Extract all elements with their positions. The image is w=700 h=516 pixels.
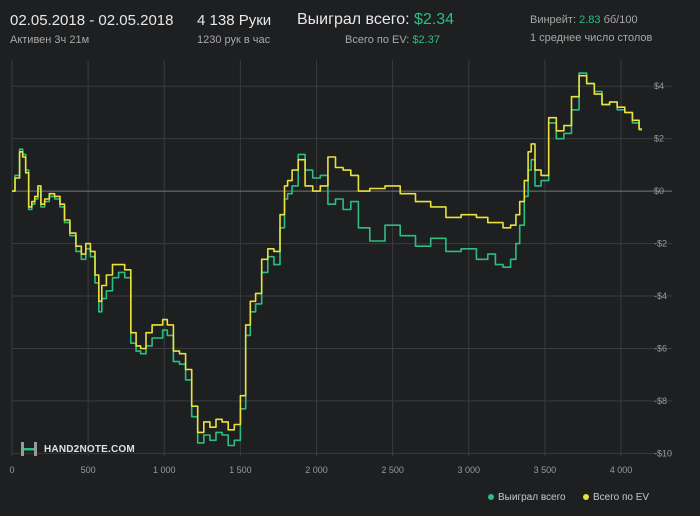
x-tick-label: 2 500 [381,465,404,475]
x-tick-label: 4 000 [610,465,633,475]
x-tick-label: 0 [9,465,14,475]
y-tick-label: $4 [654,81,664,91]
hands-count: 4 138 Руки [197,12,272,29]
active-time: Активен 3ч 21м [10,34,90,46]
hand2note-logo-icon [21,442,37,456]
legend-item-ev: Всего по EV [583,492,649,503]
legend-item-won: Выиграл всего [488,492,566,503]
x-tick-label: 1 000 [153,465,176,475]
winrate-value: 2.83 [579,14,601,26]
profit-graph: $4 $2 $0 -$2 -$4 -$6 -$8 -$10 0 500 1 000 1 500 2 0… [9,60,672,475]
x-tick-label: 2 000 [305,465,328,475]
series-lines [12,72,642,447]
legend-label-won: Выиграл всего [498,492,566,503]
y-tick-label: -$8 [654,396,667,406]
winrate-unit: бб/100 [603,14,638,26]
y-tick-label: -$2 [654,239,667,249]
y-tick-label: $2 [654,134,664,144]
y-axis-ticks: $4 $2 $0 -$2 -$4 -$6 -$8 -$10 [654,81,672,458]
avg-tables: 1 среднее число столов [530,32,653,44]
total-ev-label: Всего по EV: [345,34,410,46]
winrate: Винрейт: 2.83 бб/100 [530,14,638,26]
winrate-label: Винрейт: [530,14,577,26]
y-tick-label: -$6 [654,343,667,353]
x-tick-label: 3 500 [534,465,557,475]
legend-dot-ev [583,494,589,501]
series-line-won [12,72,642,447]
total-won-label: Выиграл всего: [297,11,410,28]
hand2note-logo: HAND2NOTE.COM [20,441,135,457]
y-tick-label: -$4 [654,291,667,301]
total-won-value: $2.34 [414,11,455,28]
stats-header: 02.05.2018 - 02.05.2018 Активен 3ч 21м 4… [0,0,700,56]
date-range: 02.05.2018 - 02.05.2018 [10,12,174,29]
legend-dot-won [488,494,494,501]
logo-text: HAND2NOTE.COM [44,443,135,455]
x-axis-ticks: 0 500 1 000 1 500 2 000 2 500 3 000 3 500 4 000 [9,465,632,475]
y-tick-label: $0 [654,186,664,196]
x-tick-label: 3 000 [457,465,480,475]
total-ev: Всего по EV: $2.37 [345,34,440,46]
x-tick-label: 1 500 [229,465,252,475]
series-line-ev [12,74,642,434]
hands-rate: 1230 рук в час [197,34,271,46]
x-tick-label: 500 [81,465,96,475]
y-tick-label: -$10 [654,448,672,458]
total-won: Выиграл всего: $2.34 [297,11,454,29]
total-ev-value: $2.37 [412,34,440,46]
legend-label-ev: Всего по EV [593,492,650,503]
grid [11,60,672,456]
